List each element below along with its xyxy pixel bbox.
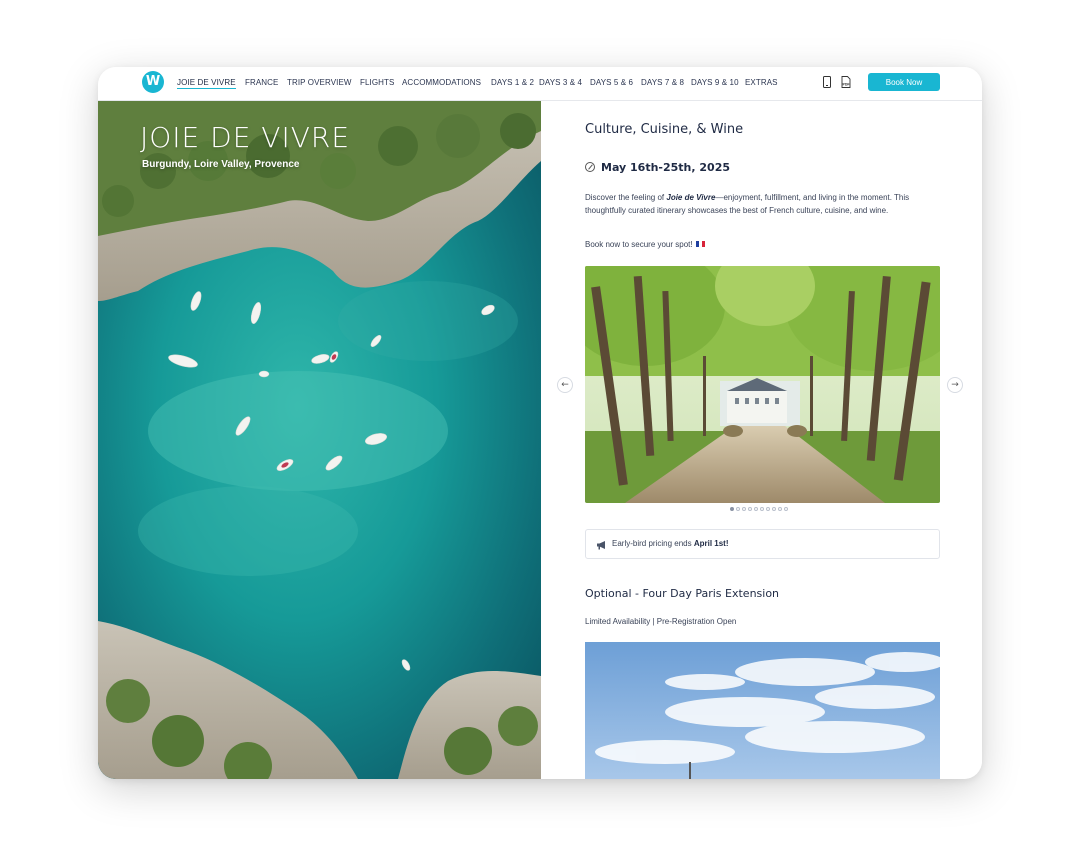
pdf-icon-text: PDF [843,83,851,87]
carousel-dot[interactable] [784,507,788,511]
nav-link-days-1-2[interactable]: DAYS 1 & 2 [491,78,534,87]
nav-link-france[interactable]: FRANCE [245,78,279,87]
arrow-left-icon: ← [561,380,569,390]
nav-link-days-7-8[interactable]: DAYS 7 & 8 [641,78,684,87]
hero-image: JOIE DE VIVRE Burgundy, Loire Valley, Pr… [98,101,541,779]
nav-link-days-3-4[interactable]: DAYS 3 & 4 [539,78,582,87]
book-cta-label: Book now to secure your spot! [585,240,693,249]
page-heading: Culture, Cuisine, & Wine [585,122,744,137]
carousel-prev-button[interactable]: ← [557,377,573,393]
carousel-dots [730,507,788,513]
carousel-next-button[interactable]: → [947,377,963,393]
nav-link-joie-de-vivre[interactable]: JOIE DE VIVRE [177,78,236,89]
pdf-icon[interactable]: PDF [841,76,851,88]
carousel-dot[interactable] [754,507,758,511]
trip-date-text: May 16th-25th, 2025 [601,161,731,174]
desc-text-start: Discover the feeling of [585,193,667,202]
brand-logo[interactable]: W [142,71,164,93]
nav-link-trip-overview[interactable]: TRIP OVERVIEW [287,78,352,87]
compass-icon [585,162,595,172]
arrow-right-icon: → [951,380,959,390]
top-nav: W JOIE DE VIVRE FRANCE TRIP OVERVIEW FLI… [98,67,982,101]
carousel-dot[interactable] [736,507,740,511]
megaphone-icon [597,541,605,550]
book-cta-text: Book now to secure your spot! [585,240,705,249]
browser-frame: W JOIE DE VIVRE FRANCE TRIP OVERVIEW FLI… [98,67,982,779]
chateau-avenue-photo [585,266,940,503]
early-bird-notice: Early-bird pricing ends April 1st! [585,529,940,559]
nav-link-days-5-6[interactable]: DAYS 5 & 6 [590,78,633,87]
trip-description: Discover the feeling of Joie de Vivre—en… [585,191,927,217]
notice-text: Early-bird pricing ends [612,539,694,548]
nav-link-days-9-10[interactable]: DAYS 9 & 10 [691,78,739,87]
nav-link-accommodations[interactable]: ACCOMMODATIONS [402,78,481,87]
nav-link-flights[interactable]: FLIGHTS [360,78,394,87]
desc-emphasis: Joie de Vivre [666,193,716,202]
sky-clouds-image [585,642,940,779]
carousel-dot[interactable] [766,507,770,511]
carousel-dot[interactable] [730,507,734,511]
extension-status: Limited Availability | Pre-Registration … [585,617,737,626]
paris-sky-photo [585,642,940,779]
trip-date: May 16th-25th, 2025 [585,161,730,174]
main-content: Culture, Cuisine, & Wine May 16th-25th, … [541,101,982,779]
notice-deadline: April 1st! [693,539,729,548]
carousel-dot[interactable] [748,507,752,511]
hero-title: JOIE DE VIVRE [140,121,351,154]
mobile-phone-icon[interactable] [822,76,832,88]
photo-carousel[interactable] [585,266,940,503]
carousel-dot[interactable] [742,507,746,511]
hero-subtitle: Burgundy, Loire Valley, Provence [142,159,300,170]
france-flag-icon [695,241,705,247]
aerial-cove-photo [98,101,541,779]
nav-link-extras[interactable]: EXTRAS [745,78,778,87]
carousel-dot[interactable] [772,507,776,511]
book-now-button[interactable]: Book Now [868,73,940,91]
carousel-dot[interactable] [760,507,764,511]
carousel-dot[interactable] [778,507,782,511]
extension-heading: Optional - Four Day Paris Extension [585,587,780,600]
